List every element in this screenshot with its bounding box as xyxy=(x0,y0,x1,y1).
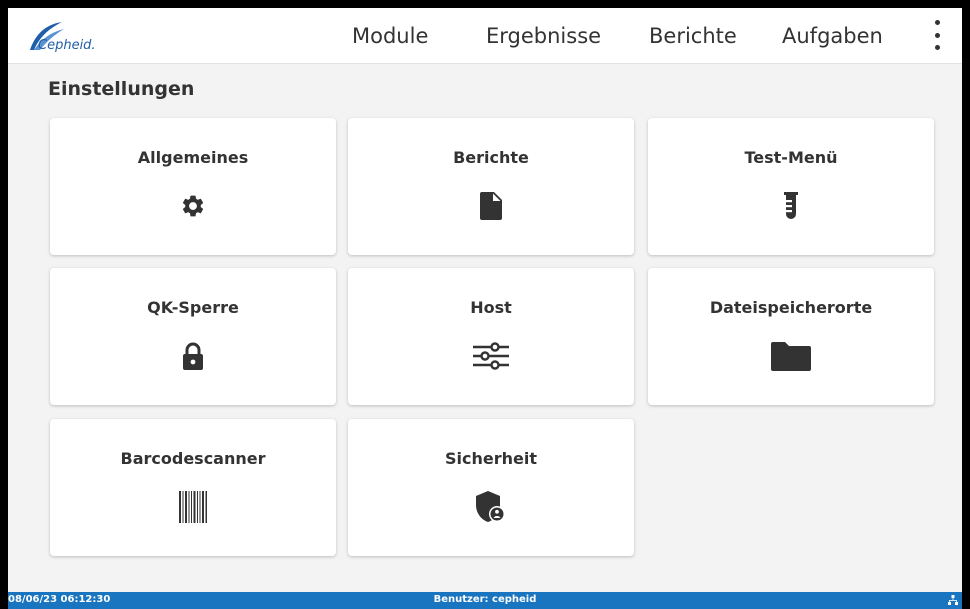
tile-barcodescanner[interactable]: Barcodescanner xyxy=(50,419,336,556)
tile-label: Test-Menü xyxy=(744,148,838,167)
tile-berichte[interactable]: Berichte xyxy=(348,118,634,255)
gear-icon xyxy=(180,193,206,223)
network-icon xyxy=(948,595,958,608)
nav-module[interactable]: Module xyxy=(352,24,428,48)
tile-label: Host xyxy=(470,298,512,317)
tile-test-menu[interactable]: Test-Menü xyxy=(648,118,934,255)
barcode-icon xyxy=(179,491,207,527)
lock-icon xyxy=(183,342,203,374)
document-icon xyxy=(480,192,502,224)
security-shield-icon xyxy=(476,491,506,527)
nav-berichte[interactable]: Berichte xyxy=(649,24,737,48)
top-bar: Cepheid. Module Ergebnisse Berichte Aufg… xyxy=(8,8,962,64)
tile-label: Dateispeicherorte xyxy=(709,298,873,317)
tile-qk-sperre[interactable]: QK-Sperre xyxy=(50,268,336,405)
folder-icon xyxy=(771,341,811,375)
tile-label: Sicherheit xyxy=(445,449,537,468)
app-window: Cepheid. Module Ergebnisse Berichte Aufg… xyxy=(8,8,962,609)
tile-label: Barcodescanner xyxy=(120,449,266,468)
test-tube-icon xyxy=(783,192,799,224)
tile-host[interactable]: Host xyxy=(348,268,634,405)
status-bar: 08/06/23 06:12:30 Benutzer: cepheid xyxy=(8,592,962,609)
tile-label: QK-Sperre xyxy=(147,298,239,317)
tile-label: Berichte xyxy=(453,148,529,167)
tile-allgemeines[interactable]: Allgemeines xyxy=(50,118,336,255)
more-menu-icon[interactable] xyxy=(930,20,944,50)
tile-sicherheit[interactable]: Sicherheit xyxy=(348,419,634,556)
nav-aufgaben[interactable]: Aufgaben xyxy=(782,24,883,48)
tile-label: Allgemeines xyxy=(137,148,249,167)
sliders-icon xyxy=(471,341,511,375)
status-user: Benutzer: cepheid xyxy=(433,594,537,605)
nav-ergebnisse[interactable]: Ergebnisse xyxy=(486,24,601,48)
logo-text: Cepheid. xyxy=(38,38,96,53)
tile-dateispeicherorte[interactable]: Dateispeicherorte xyxy=(648,268,934,405)
page-title: Einstellungen xyxy=(48,78,195,100)
